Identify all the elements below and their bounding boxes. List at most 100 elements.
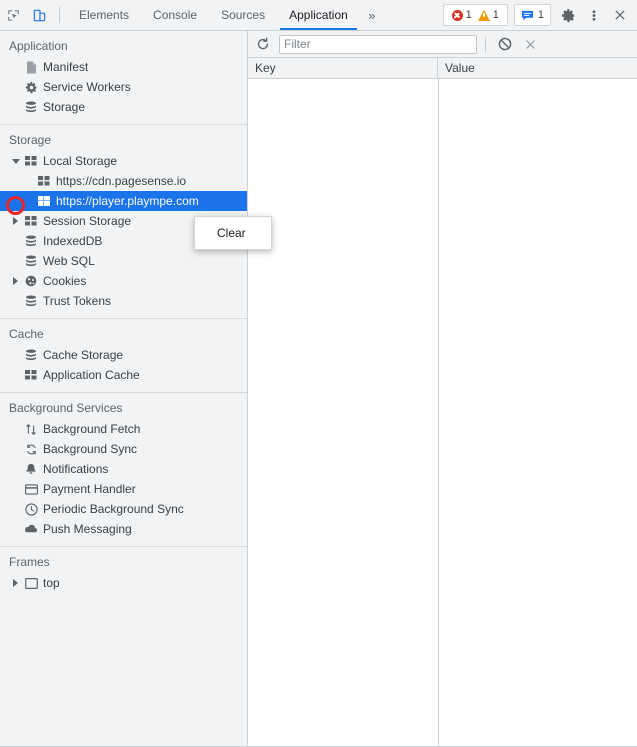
credit-card-icon [22, 483, 40, 495]
sidebar-item-label: Web SQL [43, 254, 95, 268]
sidebar-item-label: Trust Tokens [43, 294, 112, 308]
error-counter[interactable]: 1 [451, 9, 472, 21]
devtools-window: Elements Console Sources Application » 1 [0, 0, 637, 747]
sidebar-item-trust-tokens[interactable]: Trust Tokens [0, 291, 247, 311]
device-toolbar-icon[interactable] [26, 2, 52, 28]
column-header-key[interactable]: Key [248, 58, 438, 78]
twisty-closed-icon[interactable] [9, 277, 22, 285]
error-count-label: 1 [465, 9, 472, 21]
tab-sources-label: Sources [221, 8, 266, 22]
cookie-icon [22, 275, 40, 287]
sidebar-item-label: Storage [43, 100, 86, 114]
arrows-up-down-icon [22, 423, 40, 436]
clock-icon [22, 502, 40, 516]
sidebar-item-label: Cookies [43, 274, 87, 288]
panel-body: Application Manifest Service Workers Sto… [0, 31, 637, 747]
sidebar-item-label: Service Workers [43, 80, 131, 94]
sidebar-item-cache-storage[interactable]: Cache Storage [0, 345, 247, 365]
sidebar-section-application: Application Manifest Service Workers Sto… [0, 31, 247, 125]
warning-icon [477, 9, 490, 21]
tab-console-label: Console [153, 8, 198, 22]
toolbar-right-group: 1 1 1 [442, 2, 637, 28]
refresh-icon[interactable] [252, 33, 274, 55]
sidebar-item-push-messaging[interactable]: Push Messaging [0, 519, 247, 539]
table-grid-icon [35, 196, 53, 206]
sidebar-item-label: Cache Storage [43, 348, 124, 362]
sidebar-section-title: Application [9, 39, 68, 53]
grid-body-empty[interactable] [248, 79, 637, 746]
sidebar-section-cache: Cache Cache Storage Application Cache [0, 319, 247, 393]
sidebar-section-title: Frames [9, 555, 50, 569]
sidebar-item-service-workers[interactable]: Service Workers [0, 77, 247, 97]
sidebar-section-frames: Frames top [0, 547, 247, 600]
gear-icon [22, 81, 40, 94]
sidebar-item-periodic-background-sync[interactable]: Periodic Background Sync [0, 499, 247, 519]
sidebar-item-storage[interactable]: Storage [0, 97, 247, 117]
toolbar-divider [59, 7, 60, 23]
sidebar-section-title: Storage [9, 133, 52, 147]
context-menu: Clear [194, 216, 272, 250]
filter-input[interactable] [279, 34, 477, 54]
tab-console[interactable]: Console [141, 0, 209, 30]
grid-header-row: Key Value [248, 58, 637, 79]
sidebar-item-origin-cdn-pagesense[interactable]: https://cdn.pagesense.io [0, 171, 247, 191]
gear-icon[interactable] [555, 2, 581, 28]
sidebar-section-background-services: Background Services Background Fetch Bac… [0, 393, 247, 547]
tab-sources[interactable]: Sources [209, 0, 277, 30]
tab-elements[interactable]: Elements [67, 0, 141, 30]
table-grid-icon [22, 216, 40, 226]
sidebar-section-title: Cache [9, 327, 44, 341]
application-sidebar: Application Manifest Service Workers Sto… [0, 31, 248, 746]
table-grid-icon [35, 176, 53, 186]
column-header-value[interactable]: Value [438, 58, 637, 78]
database-icon [22, 295, 40, 308]
sidebar-item-label: https://cdn.pagesense.io [56, 174, 187, 188]
error-icon [451, 9, 463, 21]
tab-application[interactable]: Application [277, 0, 360, 30]
sidebar-item-label: Payment Handler [43, 482, 136, 496]
database-icon [22, 349, 40, 362]
sidebar-item-origin-player-plaympe[interactable]: https://player.plaympe.com [0, 191, 247, 211]
sidebar-item-frame-top[interactable]: top [0, 573, 247, 593]
storage-filter-toolbar [248, 31, 637, 58]
clear-all-icon[interactable] [494, 33, 516, 55]
database-icon [22, 255, 40, 268]
close-icon[interactable] [607, 2, 633, 28]
twisty-open-icon[interactable] [9, 158, 22, 164]
twisty-closed-icon[interactable] [9, 217, 22, 225]
database-icon [22, 101, 40, 114]
warning-counter[interactable]: 1 [477, 9, 499, 21]
context-menu-item-clear[interactable]: Clear [195, 223, 271, 243]
table-grid-icon [22, 370, 40, 380]
sidebar-item-local-storage[interactable]: Local Storage [0, 151, 247, 171]
delete-x-icon[interactable] [519, 33, 541, 55]
cloud-icon [22, 524, 40, 534]
sidebar-item-label: Background Sync [43, 442, 138, 456]
storage-key-value-grid: Key Value [248, 58, 637, 746]
error-warning-counters[interactable]: 1 1 [442, 4, 508, 26]
sidebar-item-label: Application Cache [43, 368, 140, 382]
sidebar-item-notifications[interactable]: Notifications [0, 459, 247, 479]
sidebar-item-background-sync[interactable]: Background Sync [0, 439, 247, 459]
inspect-cursor-icon[interactable] [0, 2, 26, 28]
database-icon [22, 235, 40, 248]
issues-counter[interactable]: 1 [513, 4, 551, 26]
sidebar-item-background-fetch[interactable]: Background Fetch [0, 419, 247, 439]
grid-column-value [439, 79, 637, 746]
tab-elements-label: Elements [79, 8, 130, 22]
sidebar-item-label: Push Messaging [43, 522, 132, 536]
twisty-closed-icon[interactable] [9, 579, 22, 587]
more-tabs-label: » [368, 7, 376, 23]
sidebar-item-payment-handler[interactable]: Payment Handler [0, 479, 247, 499]
kebab-menu-icon[interactable] [581, 2, 607, 28]
sidebar-item-web-sql[interactable]: Web SQL [0, 251, 247, 271]
sidebar-item-cookies[interactable]: Cookies [0, 271, 247, 291]
panel-tabs: Elements Console Sources Application » [67, 0, 384, 30]
grid-column-key [248, 79, 439, 746]
storage-main-panel: Key Value [248, 31, 637, 746]
more-tabs-icon[interactable]: » [360, 0, 384, 30]
tab-application-label: Application [289, 8, 348, 22]
sidebar-item-application-cache[interactable]: Application Cache [0, 365, 247, 385]
sidebar-item-manifest[interactable]: Manifest [0, 57, 247, 77]
warning-count-label: 1 [492, 9, 499, 21]
